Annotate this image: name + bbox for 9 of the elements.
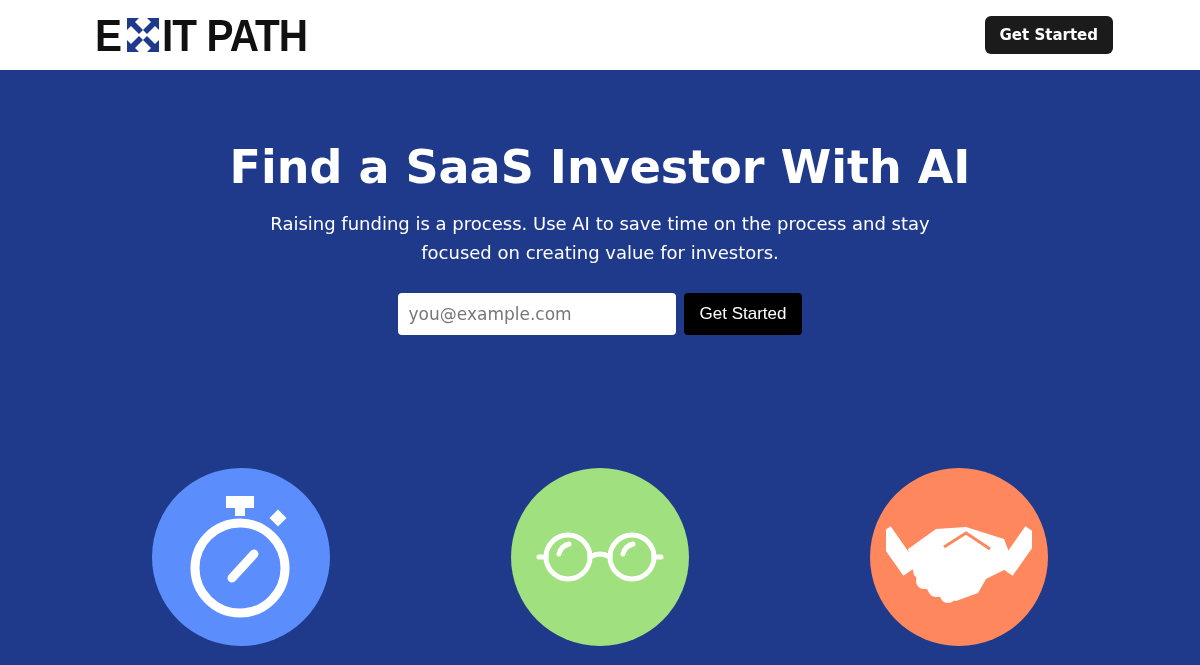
email-field[interactable]: you@example.com	[397, 293, 676, 336]
hero-subtitle: Raising funding is a process. Use AI to save time on the process and stay focused on creating value for investors.	[269, 212, 931, 266]
cross-arrows-icon	[125, 16, 161, 54]
stopwatch-icon	[190, 496, 292, 619]
get-started-button[interactable]: Get Started	[984, 15, 1113, 55]
get-started-button[interactable]: Get Started	[683, 293, 803, 336]
logo-text: E	[95, 12, 122, 58]
logo-text: IT PATH	[162, 12, 308, 58]
hero-title: Find a SaaS Investor With AI	[228, 140, 972, 196]
